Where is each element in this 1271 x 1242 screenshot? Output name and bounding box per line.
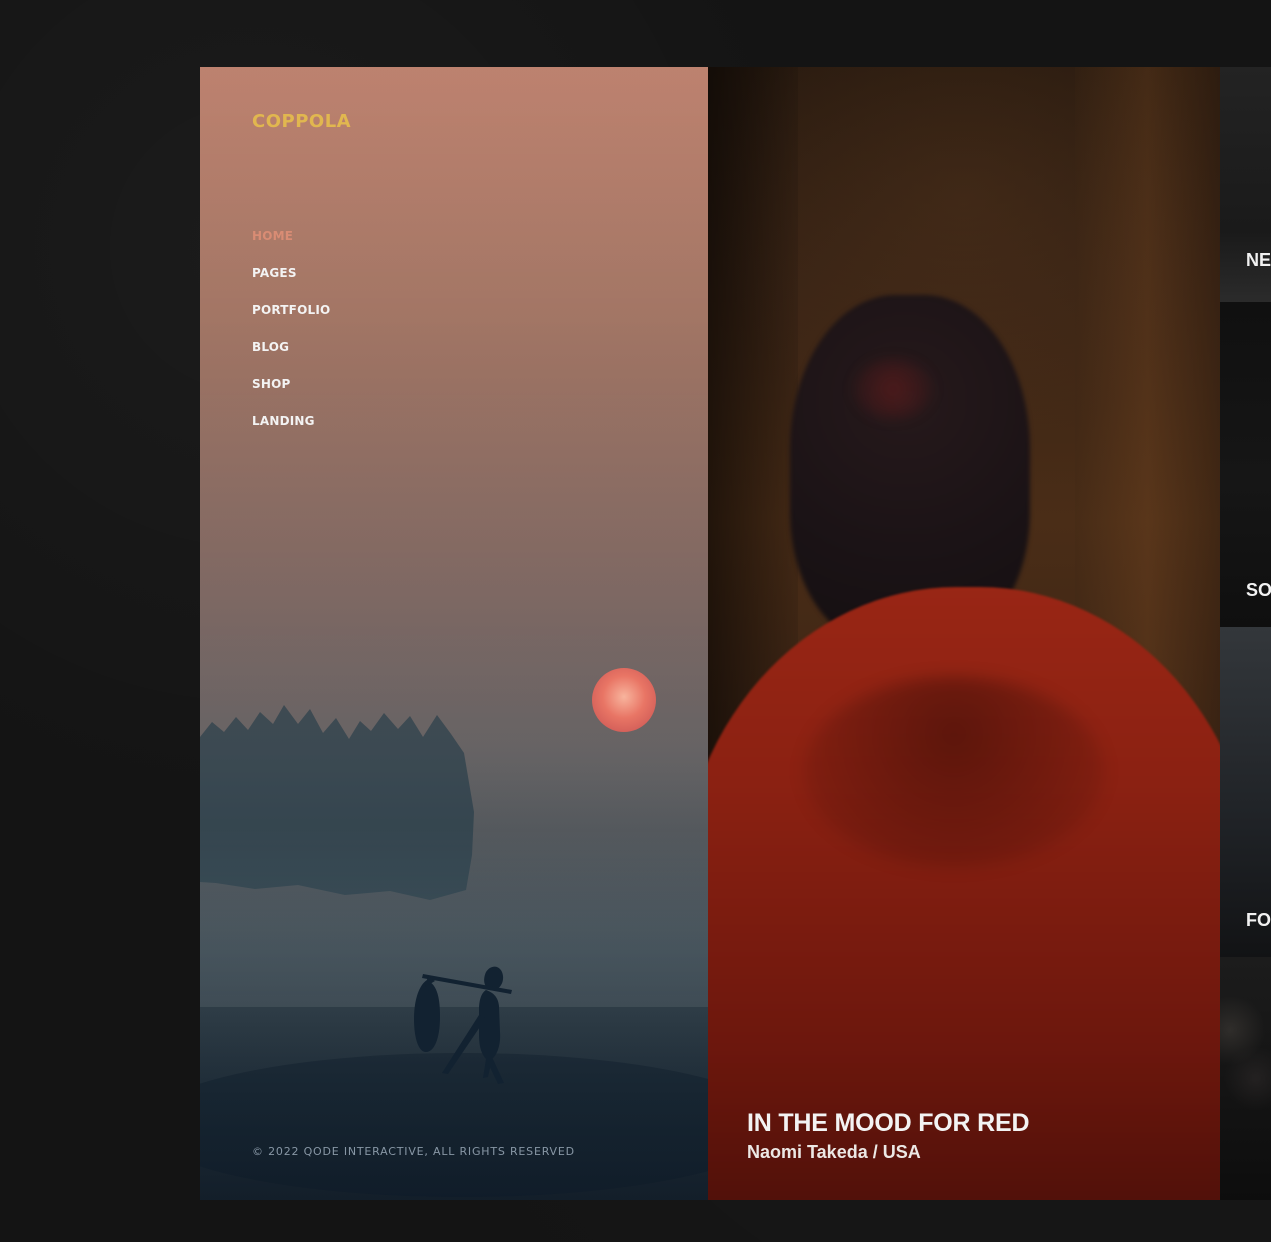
side-card-2[interactable]: [1220, 302, 1271, 627]
featured-project-panel[interactable]: IN THE MOOD FOR RED Naomi Takeda / USA: [708, 67, 1220, 1200]
nav-item-shop[interactable]: SHOP: [252, 377, 330, 414]
copyright-text: © 2022 QODE INTERACTIVE, ALL RIGHTS RESE…: [252, 1145, 575, 1158]
side-label-2: SO: [1246, 580, 1271, 600]
ground-shadow: [200, 1053, 708, 1197]
main-navigation: HOME PAGES PORTFOLIO BLOG SHOP LANDING: [252, 229, 330, 451]
side-label-3: FO: [1246, 910, 1271, 930]
hero-frame: COPPOLA HOME PAGES PORTFOLIO BLOG SHOP L…: [200, 67, 1271, 1200]
hair-highlight: [853, 359, 933, 419]
nav-item-landing[interactable]: LANDING: [252, 414, 330, 451]
brand-logo[interactable]: COPPOLA: [252, 111, 351, 132]
collar-shadow: [804, 677, 1104, 867]
nav-item-home[interactable]: HOME: [252, 229, 330, 266]
nav-item-portfolio[interactable]: PORTFOLIO: [252, 303, 330, 340]
page: COPPOLA HOME PAGES PORTFOLIO BLOG SHOP L…: [0, 0, 1271, 1242]
sun-icon: [592, 668, 656, 732]
side-card-3[interactable]: [1220, 627, 1271, 957]
side-label-1: NE: [1246, 250, 1271, 270]
side-project-strip: NE SO FO: [1220, 67, 1271, 1200]
featured-subtitle: Naomi Takeda / USA: [747, 1142, 921, 1162]
side-card-4[interactable]: [1220, 957, 1271, 1200]
featured-title[interactable]: IN THE MOOD FOR RED: [747, 1109, 1030, 1138]
nav-item-pages[interactable]: PAGES: [252, 266, 330, 303]
nav-item-blog[interactable]: BLOG: [252, 340, 330, 377]
left-hero-panel: COPPOLA HOME PAGES PORTFOLIO BLOG SHOP L…: [200, 67, 708, 1200]
